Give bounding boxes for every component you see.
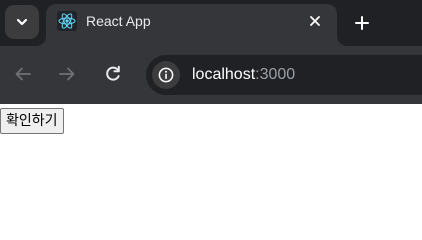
react-logo-icon (57, 11, 77, 31)
arrow-right-icon (59, 67, 75, 81)
url-host: localhost (192, 66, 256, 83)
tab-search-button[interactable] (5, 5, 39, 39)
browser-toolbar: localhost:3000 (0, 46, 422, 104)
url-port: :3000 (255, 66, 296, 83)
url-text[interactable]: localhost:3000 (192, 66, 295, 84)
tab-strip: React App (0, 0, 422, 46)
back-button[interactable] (11, 62, 35, 86)
browser-window: React App localhost:3000 확인하기 (0, 0, 422, 240)
new-tab-button[interactable] (349, 10, 375, 36)
info-icon (158, 67, 174, 83)
tab-close-button[interactable] (304, 10, 326, 32)
arrow-left-icon (15, 67, 31, 81)
page-content: 확인하기 (0, 104, 422, 240)
reload-button[interactable] (101, 62, 125, 86)
tab-title: React App (86, 13, 151, 29)
forward-button[interactable] (55, 62, 79, 86)
plus-icon (355, 16, 369, 30)
confirm-button[interactable]: 확인하기 (0, 108, 64, 134)
reload-icon (106, 65, 120, 81)
site-info-button[interactable] (152, 61, 180, 89)
tab-react-app[interactable]: React App (46, 4, 337, 46)
close-icon (310, 16, 320, 26)
chevron-down-icon (16, 18, 28, 26)
address-bar[interactable]: localhost:3000 (146, 55, 422, 95)
